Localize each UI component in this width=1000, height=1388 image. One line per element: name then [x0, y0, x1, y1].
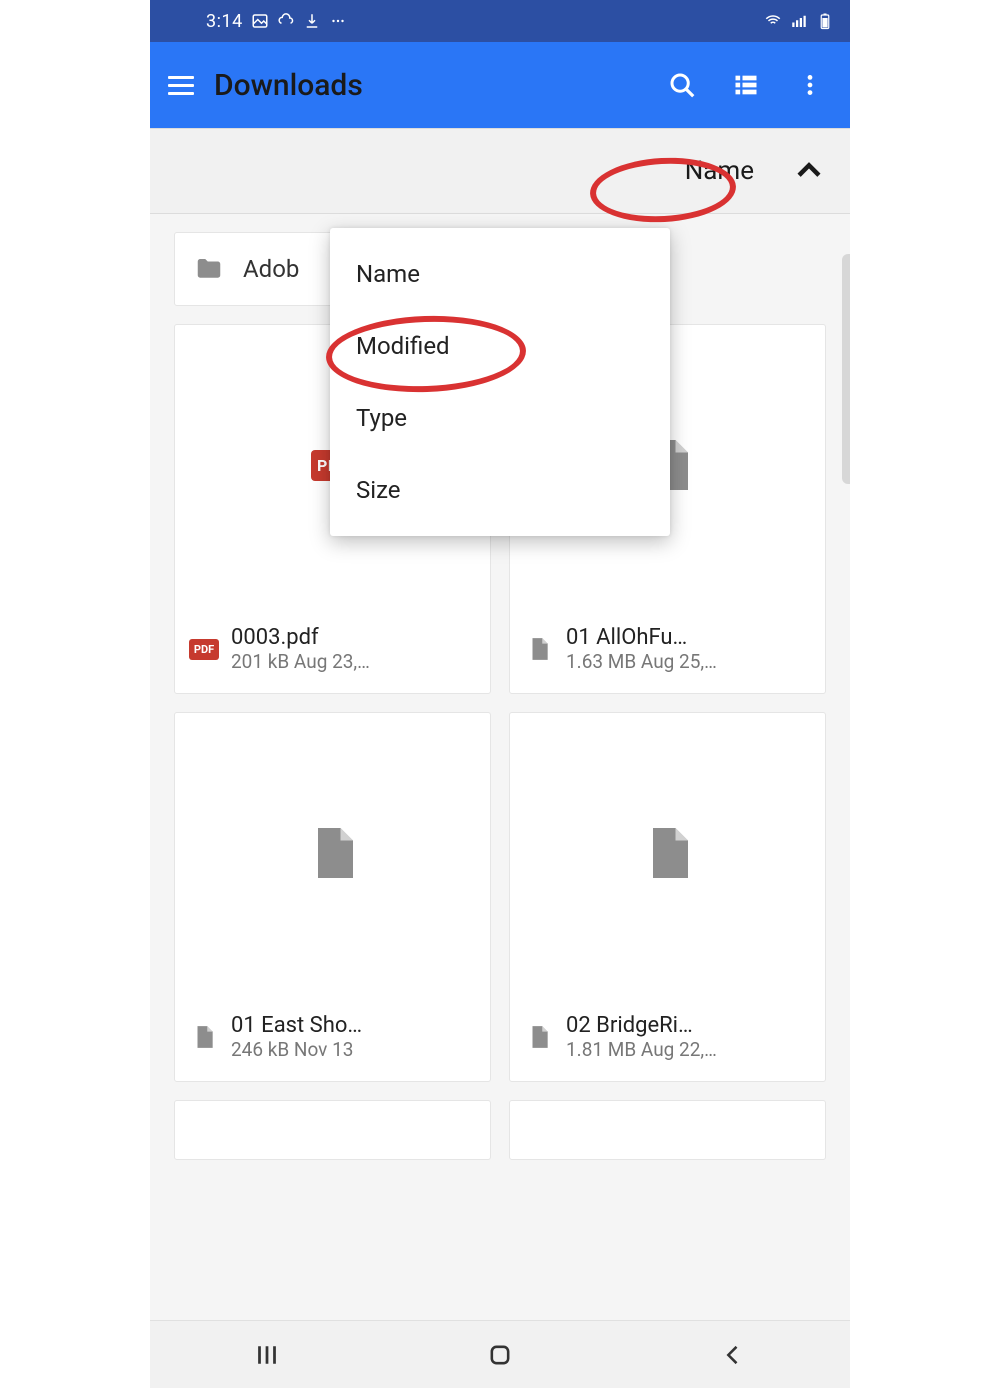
- phone-frame: 3:14: [150, 0, 850, 1388]
- pdf-icon: PDF: [189, 631, 219, 667]
- wifi-icon: [764, 12, 782, 30]
- view-toggle-button[interactable]: [728, 67, 764, 103]
- document-icon: [524, 631, 554, 667]
- status-right: [764, 12, 834, 30]
- file-card[interactable]: [509, 1100, 826, 1160]
- sort-direction-button[interactable]: [792, 154, 826, 188]
- android-status-bar: 3:14: [150, 0, 850, 42]
- gallery-icon: [251, 12, 269, 30]
- document-icon: [189, 1019, 219, 1055]
- battery-icon: [816, 12, 834, 30]
- app-bar: Downloads: [150, 42, 850, 128]
- app-bar-actions: [664, 67, 838, 103]
- nav-recents-button[interactable]: [237, 1335, 297, 1375]
- file-card-footer: PDF 0003.pdf 201 kB Aug 23,…: [175, 605, 490, 693]
- status-time: 3:14: [206, 11, 243, 32]
- more-dots-icon: [329, 12, 347, 30]
- file-name: 01 AllOhFu…: [566, 625, 717, 650]
- file-meta: 1.63 MB Aug 25,…: [566, 650, 717, 673]
- document-icon: [303, 817, 363, 889]
- file-card-footer: 01 AllOhFu… 1.63 MB Aug 25,…: [510, 605, 825, 693]
- document-icon: [524, 1019, 554, 1055]
- file-meta: 246 kB Nov 13: [231, 1038, 362, 1061]
- file-card-footer: 02 BridgeRi… 1.81 MB Aug 22,…: [510, 993, 825, 1081]
- file-name: 0003.pdf: [231, 625, 370, 650]
- status-left: 3:14: [206, 11, 347, 32]
- menu-button[interactable]: [162, 65, 202, 105]
- sort-option-modified[interactable]: Modified: [330, 310, 670, 382]
- sort-menu: Name Modified Type Size: [330, 228, 670, 536]
- file-card-footer: 01 East Sho… 246 kB Nov 13: [175, 993, 490, 1081]
- download-icon: [303, 12, 321, 30]
- android-nav-bar: [150, 1320, 850, 1388]
- signal-icon: [790, 12, 808, 30]
- overflow-menu-button[interactable]: [792, 67, 828, 103]
- folder-name: Adob: [243, 255, 299, 283]
- sort-option-size[interactable]: Size: [330, 454, 670, 526]
- document-icon: [638, 817, 698, 889]
- folder-icon: [191, 254, 227, 284]
- scrollbar[interactable]: [842, 254, 850, 484]
- file-card[interactable]: 01 East Sho… 246 kB Nov 13: [174, 712, 491, 1082]
- file-meta: 1.81 MB Aug 22,…: [566, 1038, 717, 1061]
- file-name: 02 BridgeRi…: [566, 1013, 717, 1038]
- cloud-icon: [277, 12, 295, 30]
- nav-back-button[interactable]: [703, 1335, 763, 1375]
- file-thumbnail: [510, 713, 825, 993]
- search-button[interactable]: [664, 67, 700, 103]
- file-card[interactable]: 02 BridgeRi… 1.81 MB Aug 22,…: [509, 712, 826, 1082]
- sort-option-name[interactable]: Name: [330, 238, 670, 310]
- file-card[interactable]: [174, 1100, 491, 1160]
- page-title: Downloads: [214, 68, 363, 103]
- sort-bar: Name: [150, 128, 850, 214]
- sort-option-type[interactable]: Type: [330, 382, 670, 454]
- file-thumbnail: [175, 713, 490, 993]
- file-name: 01 East Sho…: [231, 1013, 362, 1038]
- sort-by-button[interactable]: Name: [665, 150, 774, 192]
- file-meta: 201 kB Aug 23,…: [231, 650, 370, 673]
- nav-home-button[interactable]: [470, 1335, 530, 1375]
